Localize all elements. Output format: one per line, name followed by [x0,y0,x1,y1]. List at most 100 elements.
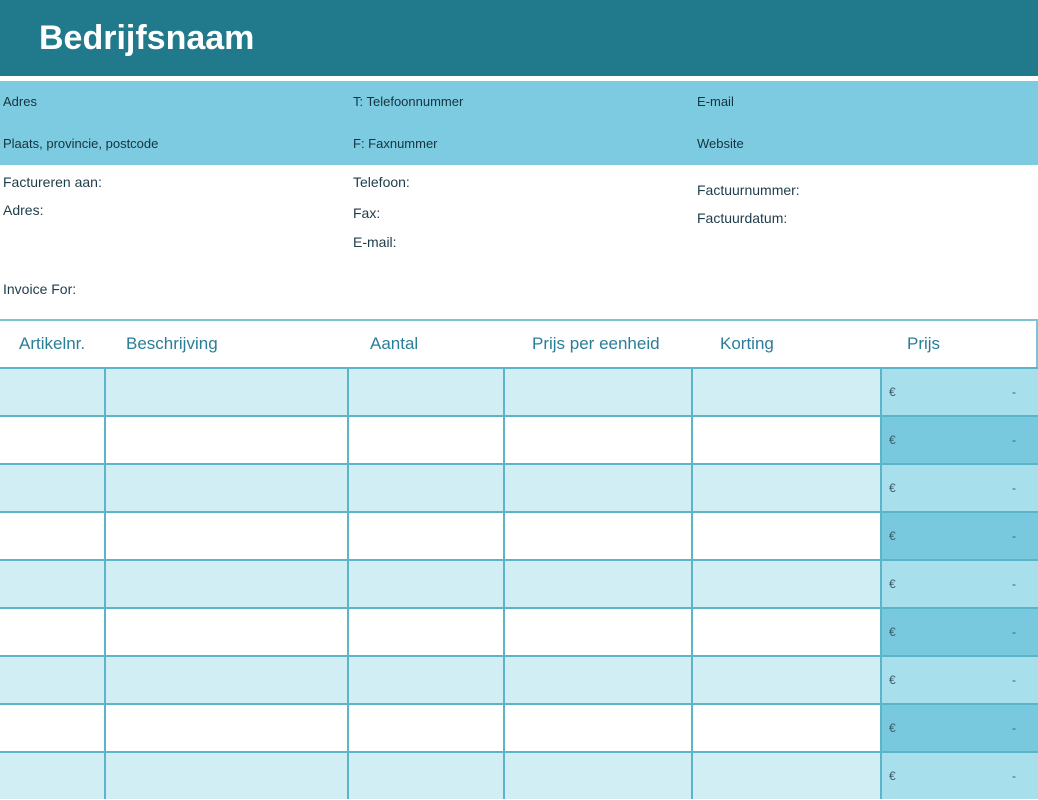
company-phone[interactable]: T: Telefoonnummer [353,94,463,110]
cell-discount[interactable] [693,753,882,799]
cell-price[interactable]: € - [882,705,1038,751]
cell-item-no[interactable] [0,609,106,655]
invoice-for-label[interactable]: Invoice For: [3,280,76,298]
cell-price[interactable]: € - [882,513,1038,559]
table-row: € - [0,751,1038,799]
cell-discount[interactable] [693,705,882,751]
cell-item-no[interactable] [0,513,106,559]
cell-price[interactable]: € - [882,417,1038,463]
cell-unit-price[interactable] [505,513,693,559]
cell-unit-price[interactable] [505,609,693,655]
currency-symbol: € [889,769,896,783]
cell-item-no[interactable] [0,465,106,511]
cell-quantity[interactable] [349,609,505,655]
bill-phone-label[interactable]: Telefoon: [353,173,410,191]
cell-discount[interactable] [693,561,882,607]
cell-unit-price[interactable] [505,753,693,799]
cell-discount[interactable] [693,513,882,559]
cell-description[interactable] [106,369,349,415]
cell-quantity[interactable] [349,369,505,415]
invoice-date-label[interactable]: Factuurdatum: [697,209,787,227]
cell-discount[interactable] [693,657,882,703]
cell-unit-price[interactable] [505,657,693,703]
cell-quantity[interactable] [349,753,505,799]
cell-quantity[interactable] [349,513,505,559]
currency-symbol: € [889,529,896,543]
cell-description[interactable] [106,657,349,703]
cell-item-no[interactable] [0,417,106,463]
currency-symbol: € [889,577,896,591]
currency-symbol: € [889,625,896,639]
col-header-unit-price[interactable]: Prijs per eenheid [532,333,660,355]
company-address[interactable]: Adres [3,94,37,110]
table-header-row: Artikelnr. Beschrijving Aantal Prijs per… [0,319,1038,367]
company-website[interactable]: Website [697,136,744,152]
cell-discount[interactable] [693,369,882,415]
col-header-quantity[interactable]: Aantal [370,333,418,355]
company-city[interactable]: Plaats, provincie, postcode [3,136,158,152]
cell-price[interactable]: € - [882,465,1038,511]
cell-description[interactable] [106,513,349,559]
cell-description[interactable] [106,705,349,751]
cell-unit-price[interactable] [505,561,693,607]
cell-price[interactable]: € - [882,561,1038,607]
table-row: € - [0,463,1038,511]
cell-item-no[interactable] [0,657,106,703]
contact-info-band: Adres Plaats, provincie, postcode T: Tel… [0,81,1038,165]
company-header: Bedrijfsnaam [0,0,1038,76]
cell-price[interactable]: € - [882,657,1038,703]
cell-unit-price[interactable] [505,465,693,511]
cell-price[interactable]: € - [882,369,1038,415]
cell-quantity[interactable] [349,657,505,703]
invoice-number-label[interactable]: Factuurnummer: [697,181,800,199]
bill-fax-label[interactable]: Fax: [353,204,380,222]
cell-description[interactable] [106,753,349,799]
company-name[interactable]: Bedrijfsnaam [39,17,254,59]
currency-symbol: € [889,433,896,447]
table-row: € - [0,559,1038,607]
cell-price[interactable]: € - [882,753,1038,799]
col-header-description[interactable]: Beschrijving [126,333,218,355]
cell-unit-price[interactable] [505,417,693,463]
col-header-price[interactable]: Prijs [907,333,940,355]
currency-symbol: € [889,721,896,735]
table-row: € - [0,655,1038,703]
table-row: € - [0,703,1038,751]
cell-quantity[interactable] [349,417,505,463]
company-fax[interactable]: F: Faxnummer [353,136,438,152]
currency-symbol: € [889,385,896,399]
bill-address-label[interactable]: Adres: [3,201,43,219]
table-row: € - [0,607,1038,655]
cell-description[interactable] [106,465,349,511]
col-header-item-no[interactable]: Artikelnr. [19,333,85,355]
cell-item-no[interactable] [0,561,106,607]
col-header-discount[interactable]: Korting [720,333,774,355]
price-value: - [1012,625,1016,639]
bill-to-label[interactable]: Factureren aan: [3,173,102,191]
cell-quantity[interactable] [349,561,505,607]
bill-email-label[interactable]: E-mail: [353,233,397,251]
cell-item-no[interactable] [0,369,106,415]
table-row: € - [0,367,1038,415]
cell-discount[interactable] [693,609,882,655]
cell-description[interactable] [106,561,349,607]
cell-unit-price[interactable] [505,705,693,751]
price-value: - [1012,481,1016,495]
cell-discount[interactable] [693,417,882,463]
cell-item-no[interactable] [0,753,106,799]
cell-unit-price[interactable] [505,369,693,415]
cell-description[interactable] [106,609,349,655]
company-email[interactable]: E-mail [697,94,734,110]
price-value: - [1012,433,1016,447]
table-row: € - [0,511,1038,559]
price-value: - [1012,673,1016,687]
invoice-table: Artikelnr. Beschrijving Aantal Prijs per… [0,319,1038,800]
cell-quantity[interactable] [349,465,505,511]
cell-discount[interactable] [693,465,882,511]
currency-symbol: € [889,673,896,687]
cell-description[interactable] [106,417,349,463]
cell-quantity[interactable] [349,705,505,751]
cell-price[interactable]: € - [882,609,1038,655]
table-row: € - [0,415,1038,463]
cell-item-no[interactable] [0,705,106,751]
